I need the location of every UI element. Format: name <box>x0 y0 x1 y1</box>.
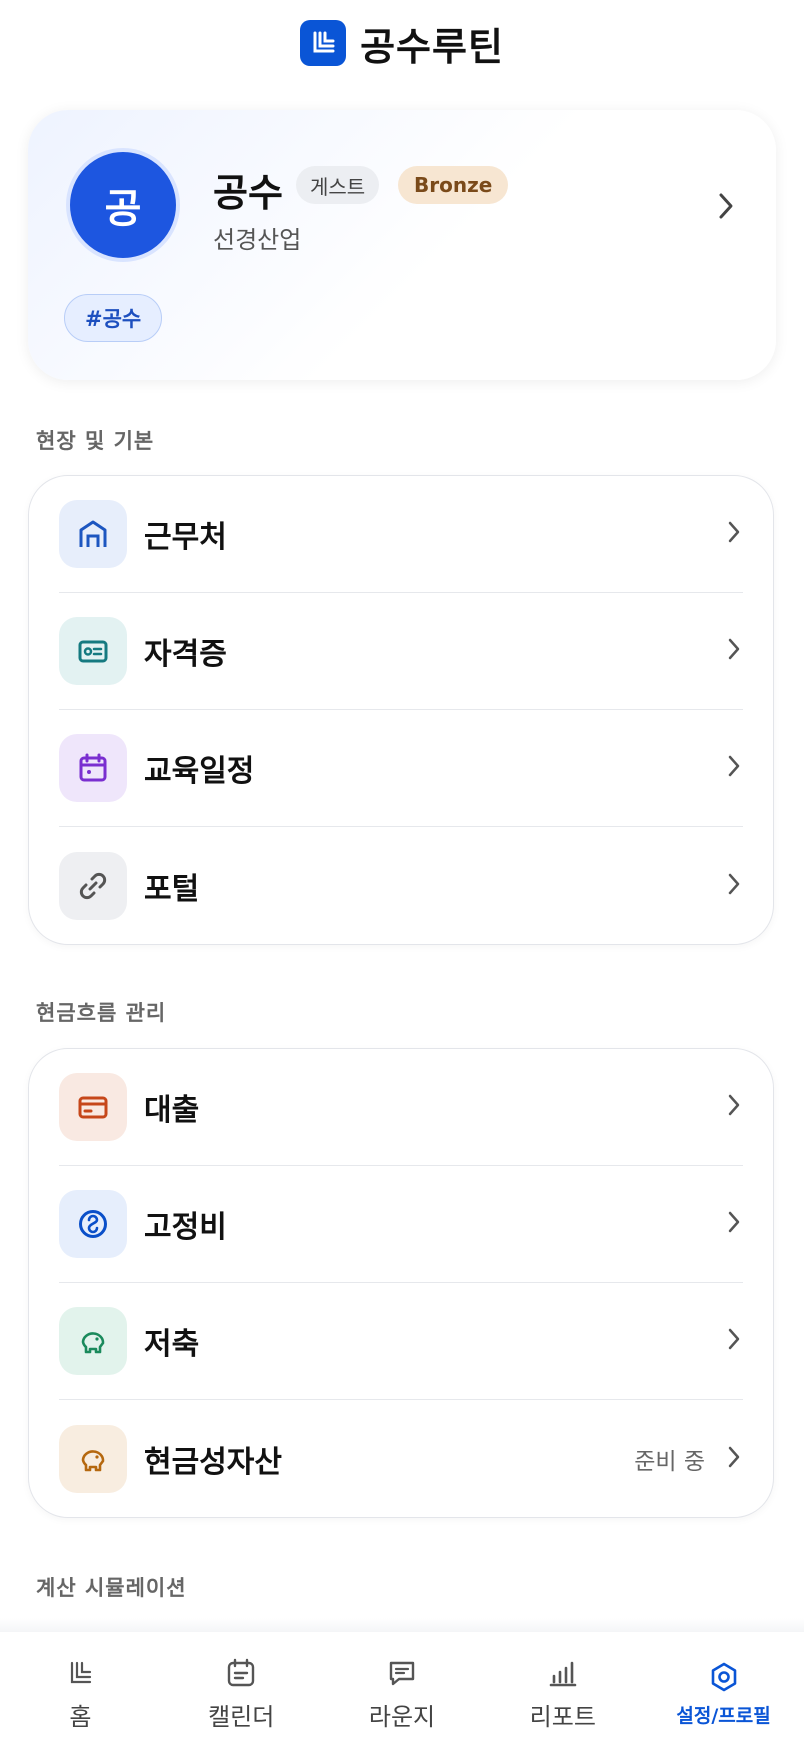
profile-name: 공수 <box>213 171 283 215</box>
bottom-nav: 홈 캘린더 라운지 리포트 설정/프로필 <box>0 1632 804 1748</box>
menu-label: 고정비 <box>144 1210 227 1245</box>
menu-item-fixed-cost[interactable]: 고정비 <box>59 1166 743 1283</box>
nav-label: 라운지 <box>368 1702 436 1731</box>
field-basic-menu-card: 근무처 자격증 교육일정 포털 <box>28 475 774 945</box>
cashflow-menu-card: 대출 고정비 저축 현금성자산 준비 중 <box>28 1048 774 1518</box>
building-icon <box>59 500 127 568</box>
calendar-icon <box>225 1655 257 1691</box>
link-icon <box>59 851 127 920</box>
nav-lounge[interactable]: 라운지 <box>322 1655 482 1732</box>
profile-hashtag[interactable]: #공수 <box>64 294 163 342</box>
menu-item-loan[interactable]: 대출 <box>59 1049 743 1166</box>
menu-item-savings[interactable]: 저축 <box>59 1283 743 1400</box>
calendar-icon <box>59 734 127 802</box>
settings-profile-page: 공수루틴 공 공수 게스트 Bronze 선경산업 #공수 현장 및 기본 근무… <box>0 0 804 1748</box>
chevron-right-icon <box>725 518 743 550</box>
piggy-bank-icon <box>59 1424 127 1493</box>
menu-label: 저축 <box>144 1327 200 1362</box>
nav-label: 리포트 <box>529 1702 596 1731</box>
chevron-right-icon[interactable] <box>716 190 736 226</box>
home-logo-icon <box>67 1655 93 1691</box>
status-label: 준비 중 <box>634 1448 705 1475</box>
bar-chart-icon <box>548 1655 578 1691</box>
chevron-right-icon <box>725 635 743 667</box>
section-title-cashflow: 현금흐름 관리 <box>36 1001 167 1025</box>
menu-label: 자격증 <box>144 637 227 672</box>
menu-item-workplace[interactable]: 근무처 <box>59 476 743 593</box>
chevron-right-icon <box>725 1091 743 1123</box>
credit-card-icon <box>59 1073 127 1141</box>
nav-label: 설정/프로필 <box>676 1704 771 1727</box>
app-logo-icon <box>300 20 347 66</box>
coin-icon <box>59 1190 127 1258</box>
profile-card[interactable]: 공 공수 게스트 Bronze 선경산업 #공수 <box>28 110 776 380</box>
nav-home[interactable]: 홈 <box>0 1655 160 1732</box>
nav-calendar[interactable]: 캘린더 <box>161 1655 321 1732</box>
nav-label: 캘린더 <box>208 1702 275 1731</box>
app-header: 공수루틴 <box>0 18 804 69</box>
nav-settings-profile[interactable]: 설정/프로필 <box>644 1659 804 1728</box>
menu-item-cash-assets[interactable]: 현금성자산 준비 중 <box>59 1400 743 1517</box>
settings-icon <box>708 1659 740 1695</box>
menu-label: 포털 <box>144 871 200 907</box>
chevron-right-icon <box>725 870 743 902</box>
profile-company: 선경산업 <box>213 226 302 254</box>
menu-label: 교육일정 <box>144 754 255 789</box>
scroll-fade <box>0 1618 804 1632</box>
chat-icon <box>387 1655 417 1691</box>
chevron-right-icon <box>725 752 743 784</box>
id-card-icon <box>59 617 127 685</box>
chevron-right-icon <box>725 1208 743 1240</box>
nav-report[interactable]: 리포트 <box>483 1655 643 1732</box>
section-title-field-basic: 현장 및 기본 <box>36 429 155 453</box>
chevron-right-icon <box>725 1443 743 1475</box>
nav-label: 홈 <box>69 1702 92 1731</box>
avatar: 공 <box>66 148 180 262</box>
tier-badge: Bronze <box>398 166 509 204</box>
piggy-bank-icon <box>59 1307 127 1375</box>
chevron-right-icon <box>725 1325 743 1357</box>
section-title-simulation: 계산 시뮬레이션 <box>36 1576 187 1600</box>
menu-label: 현금성자산 <box>144 1444 282 1480</box>
menu-item-portal[interactable]: 포털 <box>59 827 743 944</box>
app-title: 공수루틴 <box>360 24 504 69</box>
menu-label: 대출 <box>144 1093 200 1128</box>
menu-item-education-schedule[interactable]: 교육일정 <box>59 710 743 827</box>
guest-badge: 게스트 <box>296 166 380 204</box>
menu-label: 근무처 <box>144 520 227 555</box>
menu-item-certificate[interactable]: 자격증 <box>59 593 743 710</box>
